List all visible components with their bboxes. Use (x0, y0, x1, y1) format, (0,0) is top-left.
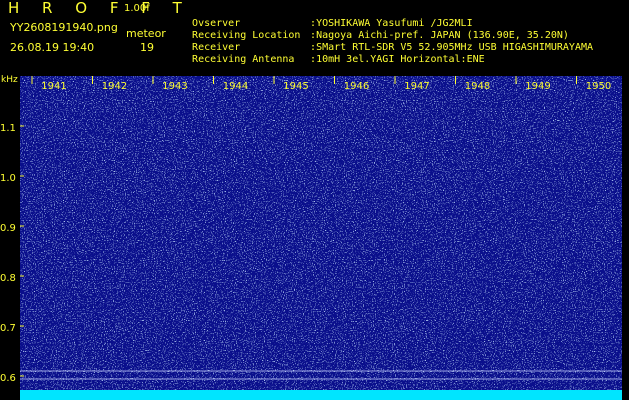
x-tick-label: 1944 (223, 81, 248, 92)
spectrogram: 1941 1942 1943 1944 1945 1946 1947 1948 1949 1950 (20, 76, 622, 400)
x-tick-label: 1941 (41, 81, 66, 92)
x-tick-label: 1949 (525, 81, 550, 92)
y-tick-label: 1.1 (0, 123, 16, 134)
x-tick-label: 1950 (586, 81, 611, 92)
spectrogram-noise (20, 76, 622, 400)
y-axis-unit: kHz (1, 75, 18, 85)
meta-key: Receiving Antenna (192, 53, 295, 65)
meta-value: :10mH 3el.YAGI Horizontal:ENE (310, 53, 485, 65)
y-tick-label: 0.7 (0, 323, 16, 334)
app-version: 1.00f (124, 3, 150, 14)
y-tick-label: 0.8 (0, 273, 16, 284)
y-tick-label: 1.0 (0, 173, 16, 184)
x-tick-label: 1948 (465, 81, 490, 92)
y-tick-label: 0.9 (0, 223, 16, 234)
timestamp: 26.08.19 19:40 (10, 41, 95, 54)
meteor-label: meteor (126, 27, 166, 40)
antenna-row: Receiving Antenna :10mH 3el.YAGI Horizont… (180, 42, 485, 65)
x-tick-label: 1947 (404, 81, 429, 92)
app-title: H R O F F T (8, 0, 191, 17)
x-tick-label: 1942 (102, 81, 127, 92)
file-name: YY2608191940.png (10, 21, 118, 34)
x-tick-label: 1943 (162, 81, 187, 92)
x-tick-label: 1946 (344, 81, 369, 92)
y-tick-label: 0.6 (0, 373, 16, 384)
meteor-count: 19 (140, 41, 154, 54)
baseline-band (20, 390, 622, 400)
x-tick-label: 1945 (283, 81, 308, 92)
